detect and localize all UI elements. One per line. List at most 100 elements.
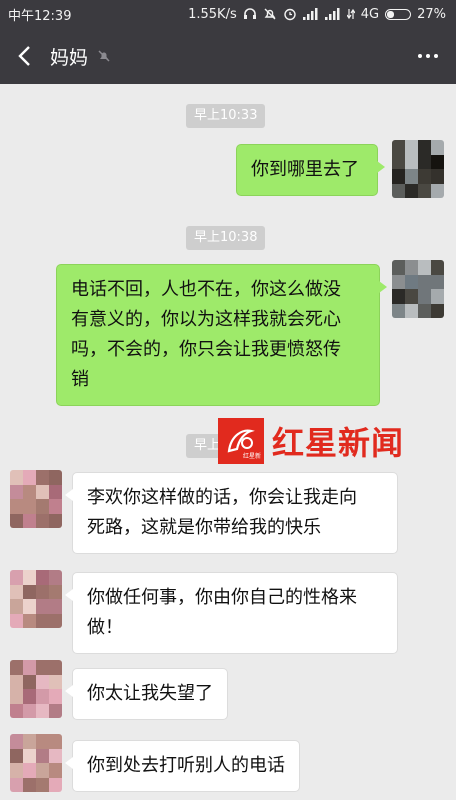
- logo-text: 红星新闻: [243, 452, 261, 460]
- avatar-pixel: [49, 599, 62, 614]
- avatar-pixel: [36, 584, 49, 599]
- avatar-pixel: [392, 183, 405, 198]
- message-line: 吗，不会的，你只会让我更愤怒传: [71, 339, 341, 360]
- avatar-pixel: [10, 674, 23, 689]
- avatar-pixel: [431, 183, 444, 198]
- message-bubble-in[interactable]: 你做任何事，你由你自己的性格来 做！: [65, 572, 398, 654]
- timestamp: 早上10:38: [186, 226, 266, 250]
- avatar-pixel: [23, 660, 36, 675]
- avatar-pixel: [431, 169, 444, 184]
- avatar-pixel: [10, 777, 23, 792]
- avatar-pixel: [392, 289, 405, 304]
- avatar-pixel: [10, 484, 23, 499]
- signal-icon-2: [324, 8, 341, 20]
- chat-header: 妈妈: [0, 28, 456, 84]
- status-bar: 中午12:39 1.55K/s 4G 27%: [0, 0, 456, 28]
- avatar-pixel: [10, 613, 23, 628]
- avatar-pixel: [23, 584, 36, 599]
- avatar-pixel: [392, 169, 405, 184]
- avatar-pixel: [418, 140, 431, 155]
- more-dot: [426, 54, 430, 58]
- contact-avatar[interactable]: [10, 470, 62, 528]
- avatar-pixel: [23, 674, 36, 689]
- avatar-pixel: [49, 703, 62, 718]
- avatar-pixel: [49, 674, 62, 689]
- avatar-pixel: [36, 484, 49, 499]
- avatar-pixel: [405, 274, 418, 289]
- message-line: 你做任何事，你由你自己的性格来: [87, 587, 357, 608]
- avatar-pixel: [392, 274, 405, 289]
- avatar-pixel: [23, 763, 36, 778]
- avatar-pixel: [418, 183, 431, 198]
- avatar-pixel: [49, 748, 62, 763]
- avatar-pixel: [10, 599, 23, 614]
- avatar-pixel: [418, 154, 431, 169]
- avatar-pixel: [49, 570, 62, 585]
- battery-icon: [385, 8, 412, 20]
- avatar-pixel: [431, 260, 444, 275]
- avatar-pixel: [49, 613, 62, 628]
- message-bubble-out[interactable]: 电话不回，人也不在，你这么做没 有意义的，你以为这样我就会死心 吗，不会的，你只…: [56, 264, 387, 406]
- message-line: 李欢你这样做的话，你会让我走向: [87, 487, 357, 508]
- avatar-pixel: [36, 660, 49, 675]
- avatar-pixel: [36, 499, 49, 514]
- avatar-pixel: [49, 513, 62, 528]
- avatar-pixel: [49, 734, 62, 749]
- avatar-pixel: [431, 303, 444, 318]
- watermark: 红星新闻 红星新闻: [218, 418, 404, 464]
- avatar-pixel: [418, 303, 431, 318]
- self-avatar[interactable]: [392, 140, 444, 198]
- avatar-pixel: [23, 748, 36, 763]
- signal-icon: [302, 8, 319, 20]
- avatar-pixel: [36, 674, 49, 689]
- message-bubble-in[interactable]: 你太让我失望了: [65, 668, 228, 720]
- avatar-pixel: [23, 499, 36, 514]
- avatar-pixel: [36, 763, 49, 778]
- avatar-pixel: [405, 303, 418, 318]
- avatar-pixel: [10, 703, 23, 718]
- contact-avatar[interactable]: [10, 660, 62, 718]
- mute-bell-icon: [96, 48, 112, 64]
- avatar-pixel: [36, 613, 49, 628]
- avatar-pixel: [392, 154, 405, 169]
- message-bubble-in[interactable]: 李欢你这样做的话，你会让我走向 死路，这就是你带给我的快乐: [65, 472, 398, 554]
- contact-avatar[interactable]: [10, 570, 62, 628]
- message-line: 销: [71, 369, 89, 390]
- avatar-pixel: [418, 274, 431, 289]
- avatar-pixel: [431, 289, 444, 304]
- message-line: 做！: [87, 617, 123, 638]
- data-arrows-icon: [346, 8, 355, 20]
- avatar-pixel: [10, 763, 23, 778]
- avatar-pixel: [405, 183, 418, 198]
- message-bubble-in[interactable]: 你到处去打听别人的电话: [65, 740, 300, 792]
- avatar-pixel: [49, 584, 62, 599]
- avatar-pixel: [36, 734, 49, 749]
- avatar-pixel: [405, 260, 418, 275]
- avatar-pixel: [36, 689, 49, 704]
- avatar-pixel: [36, 703, 49, 718]
- message-line: 有意义的，你以为这样我就会死心: [71, 309, 341, 330]
- avatar-pixel: [23, 689, 36, 704]
- avatar-pixel: [36, 748, 49, 763]
- avatar-pixel: [49, 499, 62, 514]
- avatar-pixel: [10, 660, 23, 675]
- avatar-pixel: [49, 689, 62, 704]
- avatar-pixel: [418, 289, 431, 304]
- timestamp: 早上10:33: [186, 104, 266, 128]
- message-bubble-out[interactable]: 你到哪里去了: [236, 144, 385, 196]
- status-icons: 1.55K/s 4G 27%: [188, 7, 446, 22]
- contact-avatar[interactable]: [10, 734, 62, 792]
- silent-bell-icon: [263, 7, 277, 21]
- avatar-pixel: [36, 570, 49, 585]
- avatar-pixel: [405, 289, 418, 304]
- back-button[interactable]: [0, 28, 48, 84]
- avatar-pixel: [392, 303, 405, 318]
- avatar-pixel: [23, 734, 36, 749]
- avatar-pixel: [23, 599, 36, 614]
- avatar-pixel: [431, 154, 444, 169]
- message-line: 电话不回，人也不在，你这么做没: [71, 279, 341, 300]
- network-type: 4G: [360, 6, 380, 22]
- avatar-pixel: [36, 470, 49, 485]
- self-avatar[interactable]: [392, 260, 444, 318]
- more-button[interactable]: [400, 28, 456, 84]
